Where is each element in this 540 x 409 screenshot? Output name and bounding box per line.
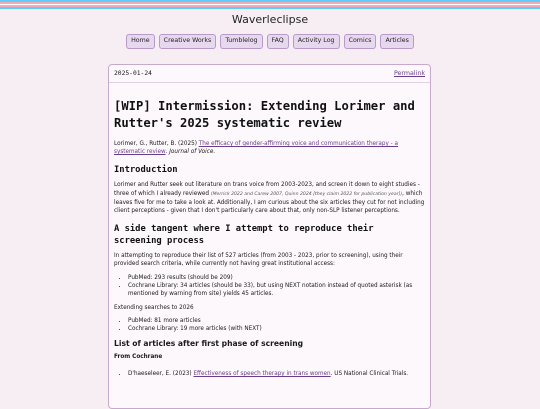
intro-heading: Introduction — [114, 165, 178, 176]
nav-home[interactable]: Home — [126, 34, 155, 49]
nav-tumblelog[interactable]: Tumblelog — [220, 34, 263, 49]
list-item: PubMed: 81 more articles — [128, 317, 425, 325]
cochrane-list: D'haeseleer, E. (2023) Effectiveness of … — [114, 370, 425, 378]
side-heading: A side tangent where I attempt to reprod… — [114, 224, 374, 247]
side-paragraph: In attempting to reproduce their list of… — [114, 253, 403, 268]
extend-paragraph: Extending searches to 2026 — [114, 304, 194, 311]
intro-note: (Merrick 2022 and Carew 2007, Quinn 2024… — [210, 191, 403, 197]
site-title: Waverleclipse — [231, 13, 309, 26]
post-title: [WIP] Intermission: Extending Lorimer an… — [114, 99, 415, 130]
list-item: Cochrane Library: 19 more articles (with… — [128, 325, 425, 333]
citation-journal: . Journal of Voice. — [165, 149, 216, 156]
nav-faq[interactable]: FAQ — [266, 34, 289, 49]
list-item: PubMed: 293 results (should be 209) — [128, 274, 425, 282]
extend-list: PubMed: 81 more articles Cochrane Librar… — [114, 317, 425, 333]
post-header: 2025-01-24 Permalink — [109, 65, 430, 83]
post-card: 2025-01-24 Permalink [WIP] Intermission:… — [108, 64, 431, 409]
cochrane-link[interactable]: Effectiveness of speech therapy in trans… — [193, 371, 330, 377]
post-date: 2025-01-24 — [114, 70, 152, 77]
pride-stripes — [0, 0, 540, 9]
cochrane-prefix: D'haeseleer, E. (2023) — [128, 370, 194, 377]
intro-paragraph: Lorimer and Rutter seek out literature o… — [114, 181, 425, 215]
side-list: PubMed: 293 results (should be 209) Coch… — [114, 274, 425, 298]
nav-activity-log[interactable]: Activity Log — [292, 34, 340, 49]
nav-comics[interactable]: Comics — [343, 34, 377, 49]
cochrane-suffix: . US National Clinical Trials. — [330, 370, 409, 377]
stripe — [0, 7, 540, 9]
post-content: [WIP] Intermission: Extending Lorimer an… — [109, 98, 430, 378]
nav-creative-works[interactable]: Creative Works — [158, 34, 217, 49]
permalink-link[interactable]: Permalink — [394, 70, 425, 77]
nav-articles[interactable]: Articles — [380, 34, 414, 49]
main-nav: Home Creative Works Tumblelog FAQ Activi… — [0, 34, 540, 49]
list-item: D'haeseleer, E. (2023) Effectiveness of … — [128, 370, 425, 378]
citation: Lorimer, G., Rutter, B. (2025) The effic… — [114, 140, 425, 156]
list-item: Cochrane Library: 34 articles (should be… — [128, 282, 425, 298]
citation-authors: Lorimer, G., Rutter, B. (2025) — [114, 141, 199, 147]
from-cochrane-heading: From Cochrane — [114, 353, 163, 360]
articles-heading: List of articles after first phase of sc… — [114, 338, 304, 348]
